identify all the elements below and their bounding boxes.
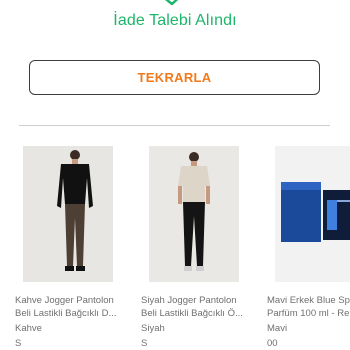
product-image (149, 146, 239, 282)
product-color: Kahve (15, 323, 42, 334)
product-card[interactable]: Kahve Jogger Pantolon Beli Lastikli Bağc… (15, 146, 137, 350)
product-size: S (141, 338, 148, 349)
repeat-button[interactable]: TEKRARLA (29, 60, 320, 95)
product-color: Siyah (141, 323, 165, 334)
page-title: İade Talebi Alındı (113, 12, 237, 29)
return-confirmation-page: İade Talebi Alındı TEKRARLA Kahve Jogger… (0, 0, 350, 350)
product-size: 00 (267, 338, 278, 349)
product-image (275, 146, 350, 282)
product-size: S (15, 338, 22, 349)
blue-perfume-bottle-and-box-image (275, 146, 350, 282)
product-card[interactable]: Mavi Erkek Blue Sp Parfüm 100 ml - Re Ma… (267, 146, 350, 350)
check-icon (164, 0, 179, 6)
divider (19, 125, 330, 126)
product-color: Mavi (267, 323, 288, 334)
product-name: Kahve Jogger Pantolon Beli Lastikli Bağc… (15, 295, 117, 319)
man-in-beige-tshirt-black-jogger-image (149, 146, 239, 282)
product-card[interactable]: Siyah Jogger Pantolon Beli Lastikli Bağc… (141, 146, 263, 350)
product-name: Siyah Jogger Pantolon Beli Lastikli Bağc… (141, 295, 243, 319)
product-image (23, 146, 113, 282)
product-name: Mavi Erkek Blue Sp Parfüm 100 ml - Re (267, 295, 350, 319)
man-in-black-shirt-brown-jogger-image (23, 146, 113, 282)
product-carousel[interactable]: Kahve Jogger Pantolon Beli Lastikli Bağc… (0, 146, 350, 350)
